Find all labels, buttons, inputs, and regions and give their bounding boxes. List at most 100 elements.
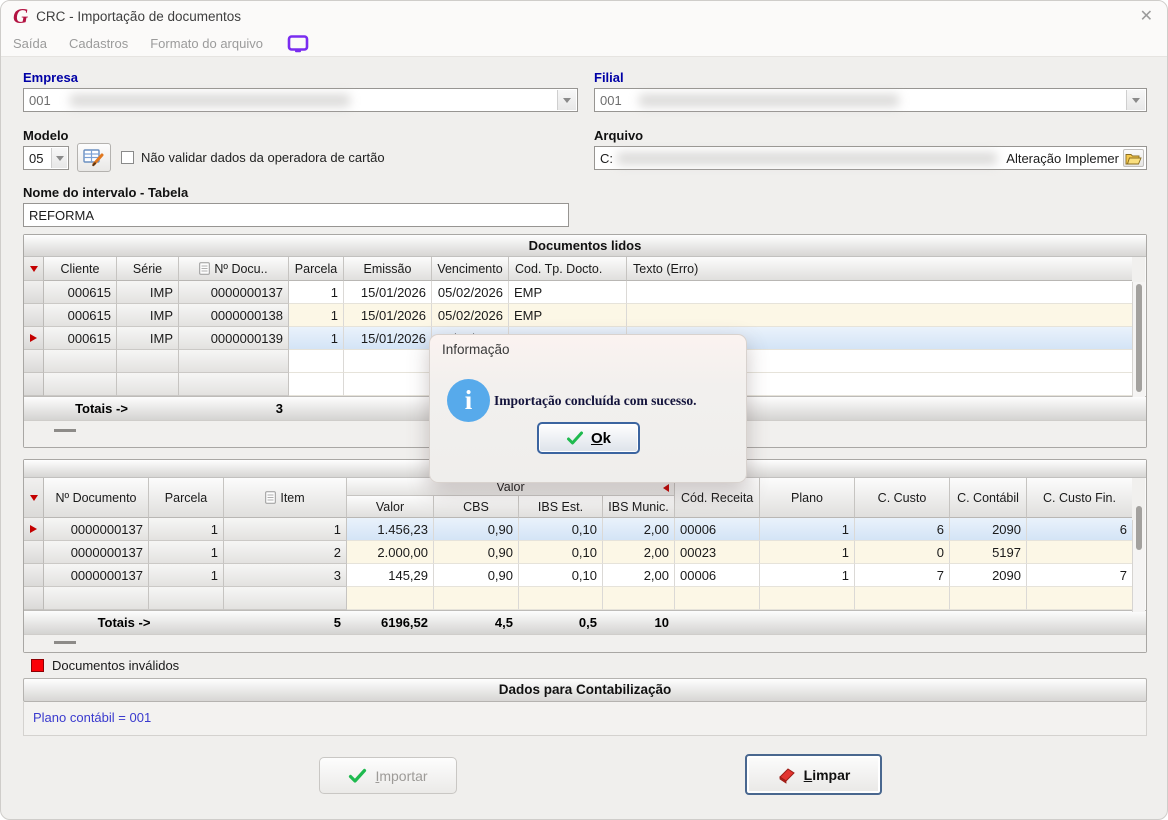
contabilizacao-panel: Plano contábil = 001 <box>23 702 1147 736</box>
table-row-selected[interactable]: 0000000137 1 1 1.456,23 0,90 0,10 2,00 0… <box>24 518 1132 541</box>
col-header-item[interactable]: Item <box>224 478 347 518</box>
table-row[interactable]: 000615 IMP 0000000137 1 15/01/2026 05/02… <box>24 281 1132 304</box>
sort-indicator-icon <box>29 265 38 272</box>
modelo-select[interactable]: 05 <box>23 146 69 170</box>
vertical-scrollbar[interactable] <box>1132 282 1145 397</box>
arquivo-input[interactable]: C: Alteração Implemer <box>594 146 1147 170</box>
scrollbar-thumb[interactable] <box>1136 284 1142 392</box>
menu-formato-arquivo[interactable]: Formato do arquivo <box>150 36 263 51</box>
filial-select[interactable]: 001 <box>594 88 1147 112</box>
table-row[interactable]: 000615 IMP 0000000138 1 15/01/2026 05/02… <box>24 304 1132 327</box>
filial-label: Filial <box>594 70 624 85</box>
document-icon <box>199 262 211 275</box>
intervalo-input[interactable]: REFORMA <box>23 203 569 227</box>
table-row-empty <box>24 587 1132 610</box>
col-header-parcela[interactable]: Parcela <box>289 257 344 281</box>
totais-cbs: 4,5 <box>494 615 513 630</box>
current-row-icon <box>30 334 37 342</box>
limpar-button[interactable]: Limpar <box>745 754 882 795</box>
col-header-vencimento[interactable]: Vencimento <box>432 257 509 281</box>
totais-ibs-est: 0,5 <box>578 615 597 630</box>
menu-saida[interactable]: Saída <box>13 36 47 51</box>
document-icon <box>265 491 277 504</box>
itens-documento-table: Nº Documento Parcela Item Valor Valor CB… <box>23 459 1147 653</box>
modelo-label: Modelo <box>23 128 69 143</box>
arquivo-label: Arquivo <box>594 128 644 143</box>
intervalo-label: Nome do intervalo - Tabela <box>23 185 189 200</box>
col-header-num-documento[interactable]: Nº Documento <box>44 478 149 518</box>
monitor-icon[interactable] <box>287 34 309 53</box>
splitter-handle[interactable] <box>54 429 76 432</box>
invalid-docs-legend: Documentos inválidos <box>31 658 179 673</box>
col-header-valor[interactable]: Valor <box>347 496 434 518</box>
app-logo-icon: G <box>13 4 29 28</box>
contabilizacao-header: Dados para Contabilização <box>23 678 1147 702</box>
col-header-c-custo-fin[interactable]: C. Custo Fin. <box>1027 478 1132 518</box>
filial-dropdown-icon[interactable] <box>1126 90 1145 110</box>
current-row-icon <box>30 525 37 533</box>
col-header-texto-erro[interactable]: Texto (Erro) <box>627 257 1132 281</box>
close-icon[interactable]: ✕ <box>1140 6 1153 26</box>
indicator-header-cell <box>24 478 44 518</box>
info-dialog: Informação i Importação concluída com su… <box>429 334 747 483</box>
menu-bar: Saída Cadastros Formato do arquivo <box>1 31 1167 57</box>
title-bar: G CRC - Importação de documentos <box>1 1 1167 31</box>
itens-totais-row: Totais -> 5 6196,52 4,5 0,5 10 <box>24 610 1146 634</box>
vertical-scrollbar[interactable] <box>1132 506 1145 612</box>
legend-label: Documentos inválidos <box>52 658 180 673</box>
col-header-num-doc[interactable]: Nº Docu.. <box>179 257 289 281</box>
group-collapse-icon[interactable] <box>663 484 669 492</box>
grid-footer-strip <box>24 634 1146 652</box>
indicator-header-cell <box>24 257 44 281</box>
totais-count: 5 <box>333 615 341 630</box>
col-header-cod-tp-docto[interactable]: Cod. Tp. Docto. <box>509 257 627 281</box>
col-header-emissao[interactable]: Emissão <box>344 257 432 281</box>
totais-label: Totais -> <box>97 615 151 630</box>
red-square-icon <box>31 659 44 672</box>
col-header-cbs[interactable]: CBS <box>434 496 519 518</box>
splitter-handle[interactable] <box>54 641 76 644</box>
empresa-dropdown-icon[interactable] <box>557 90 576 110</box>
arquivo-filename: Alteração Implemer <box>1006 151 1119 166</box>
info-icon: i <box>447 379 490 422</box>
nao-validar-checkbox[interactable] <box>121 151 134 164</box>
col-header-c-custo[interactable]: C. Custo <box>855 478 950 518</box>
open-folder-icon <box>1125 153 1142 164</box>
menu-cadastros[interactable]: Cadastros <box>69 36 128 51</box>
col-header-plano[interactable]: Plano <box>760 478 855 518</box>
eraser-icon <box>778 767 795 784</box>
check-icon <box>566 431 583 444</box>
scrollbar-thumb[interactable] <box>1136 506 1142 550</box>
importar-button[interactable]: Importar <box>319 757 457 794</box>
dialog-message: Importação concluída com sucesso. <box>494 393 697 408</box>
totais-ibs-munic: 10 <box>654 615 669 630</box>
valor-column-group: Valor Valor CBS IBS Est. IBS Munic. <box>347 478 675 518</box>
browse-file-button[interactable] <box>1123 149 1144 167</box>
table-row[interactable]: 0000000137 1 3 145,29 0,90 0,10 2,00 000… <box>24 564 1132 587</box>
table-pencil-icon <box>83 149 104 167</box>
documentos-lidos-title: Documentos lidos <box>24 235 1146 257</box>
col-header-ibs-munic[interactable]: IBS Munic. <box>603 496 675 518</box>
totais-label: Totais -> <box>75 401 128 416</box>
col-header-cod-receita[interactable]: Cód. Receita <box>675 478 760 518</box>
redacted-text <box>617 152 997 165</box>
empresa-select[interactable]: 001 <box>23 88 578 112</box>
sort-indicator-icon <box>29 494 38 501</box>
nao-validar-label[interactable]: Não validar dados da operadora de cartão <box>141 150 385 165</box>
table-row[interactable]: 0000000137 1 2 2.000,00 0,90 0,10 2,00 0… <box>24 541 1132 564</box>
col-header-ibs-est[interactable]: IBS Est. <box>519 496 603 518</box>
redacted-text <box>639 94 899 107</box>
col-header-serie[interactable]: Série <box>117 257 179 281</box>
window-title: CRC - Importação de documentos <box>36 8 242 24</box>
modelo-dropdown-icon[interactable] <box>51 148 67 168</box>
dialog-title: Informação <box>442 342 510 357</box>
ok-button[interactable]: Ok <box>537 422 640 454</box>
edit-model-button[interactable] <box>77 143 111 172</box>
col-header-parcela[interactable]: Parcela <box>149 478 224 518</box>
col-header-cliente[interactable]: Cliente <box>44 257 117 281</box>
app-window: G CRC - Importação de documentos ✕ Saída… <box>0 0 1168 820</box>
totais-valor: 6196,52 <box>381 615 428 630</box>
col-header-c-contabil[interactable]: C. Contábil <box>950 478 1027 518</box>
check-icon <box>349 768 367 783</box>
redacted-text <box>70 94 350 107</box>
